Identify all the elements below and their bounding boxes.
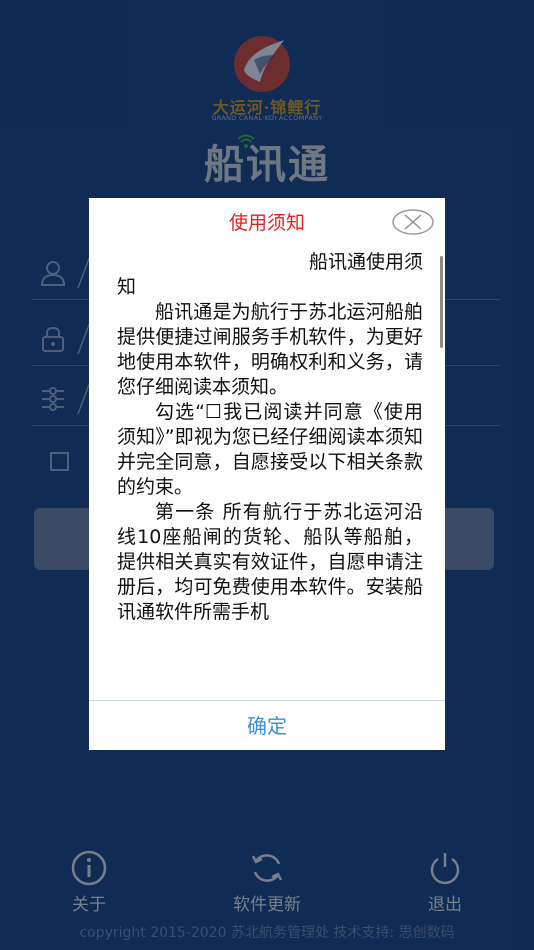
close-icon[interactable]	[391, 208, 435, 236]
scrollbar[interactable]	[440, 256, 443, 348]
document-title-tail: 知	[117, 276, 137, 298]
terms-paragraph: 第一条 所有航行于苏北运河沿线10座船闸的货轮、船队等船舶，提供相关真实有效证件…	[117, 501, 423, 623]
terms-dialog: 使用须知 船讯通使用须 知 船讯通是为航行于苏北运河船舶提供便捷过闸服务手机软件…	[89, 198, 445, 750]
terms-paragraph: 船讯通是为航行于苏北运河船舶提供便捷过闸服务手机软件，为更好地使用本软件，明确权…	[117, 301, 423, 398]
terms-content: 船讯通使用须 知 船讯通是为航行于苏北运河船舶提供便捷过闸服务手机软件，为更好地…	[117, 250, 423, 625]
document-title: 船讯通使用须	[308, 251, 423, 273]
confirm-button[interactable]: 确定	[89, 700, 445, 750]
terms-paragraph: 勾选“☐我已阅读并同意《使用须知》”即视为您已经仔细阅读本须知并完全同意，自愿接…	[117, 401, 423, 498]
